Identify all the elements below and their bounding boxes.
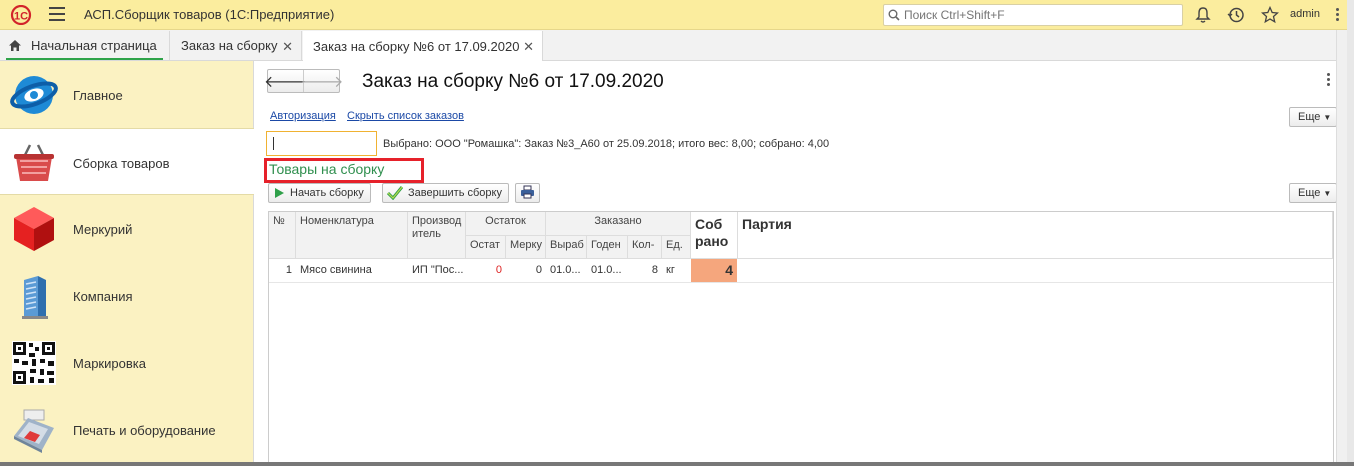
header-ordered: Заказано: [546, 212, 691, 236]
sidebar-item-company[interactable]: Компания: [0, 262, 254, 329]
cell-batch: [738, 260, 1333, 281]
forward-button[interactable]: 🡒: [301, 70, 344, 92]
play-icon: [273, 187, 285, 199]
tabs-bar: Начальная страница Заказ на сборку ✕ Зак…: [0, 30, 1354, 61]
cell-num: 1: [285, 264, 292, 276]
logo-1c-icon: 1С: [10, 5, 32, 25]
header-collected[interactable]: Соб рано: [691, 212, 738, 259]
text-cursor: [273, 137, 274, 150]
caret-down-icon: ▼: [1323, 188, 1332, 198]
checkmark-icon: [387, 186, 403, 200]
window-bottom-edge: [0, 462, 1354, 466]
table-more-button[interactable]: Еще ▼: [1289, 183, 1337, 203]
selected-order-info: Выбрано: ООО "Ромашка": Заказ №3_А60 от …: [383, 138, 830, 150]
cell-collected[interactable]: 4: [691, 259, 737, 282]
pos-terminal-icon: [14, 409, 54, 453]
cell-unit: кг: [666, 264, 675, 276]
barcode-field[interactable]: [266, 131, 377, 156]
printer-icon: [520, 185, 535, 202]
sidebar-item-label: Меркурий: [73, 222, 133, 237]
global-search[interactable]: [883, 4, 1183, 26]
sidebar-item-print[interactable]: Печать и оборудование: [0, 396, 254, 463]
nav-buttons: 🡐 🡒: [264, 69, 344, 93]
main-globe-icon: [10, 76, 58, 114]
header-remain: Остаток: [466, 212, 546, 236]
cell-qty: 8: [651, 264, 658, 276]
title-bar: 1С АСП.Сборщик товаров (1С:Предприятие) …: [0, 0, 1354, 30]
cell-remain-stock: 0: [495, 264, 502, 276]
more-button[interactable]: Еще ▼: [1289, 107, 1337, 127]
start-assembly-label: Начать сборку: [290, 187, 364, 199]
bell-icon[interactable]: [1194, 6, 1212, 24]
header-remain-mercury[interactable]: Мерку: [506, 236, 546, 259]
header-ordered-produced[interactable]: Выраб: [546, 236, 587, 259]
tab-order-6-label: Заказ на сборку №6 от 17.09.2020: [313, 38, 520, 54]
more-button-label: Еще: [1298, 111, 1321, 123]
tab-orders[interactable]: Заказ на сборку ✕: [171, 31, 302, 60]
sidebar-item-mercury[interactable]: Меркурий: [0, 195, 254, 262]
finish-assembly-label: Завершить сборку: [408, 187, 502, 199]
window-edge: [1347, 0, 1354, 466]
header-nomenclature[interactable]: Номенклатура: [296, 212, 408, 259]
page-title: Заказ на сборку №6 от 17.09.2020: [362, 71, 664, 92]
barcode-input[interactable]: [267, 132, 376, 155]
cell-nomenclature: Мясо свинина: [300, 264, 372, 276]
sidebar-item-label: Главное: [73, 88, 123, 103]
cell-remain-mercury: 0: [535, 264, 542, 276]
more-vertical-icon[interactable]: [1336, 8, 1340, 22]
close-icon[interactable]: ✕: [282, 39, 293, 55]
sidebar-item-label: Маркировка: [73, 356, 146, 371]
home-icon: [9, 40, 21, 51]
main-form: 🡐 🡒 Заказ на сборку №6 от 17.09.2020 Авт…: [255, 61, 1354, 466]
close-icon[interactable]: ✕: [523, 39, 534, 55]
svg-text:1С: 1С: [14, 11, 28, 23]
tab-orders-label: Заказ на сборку: [181, 38, 278, 53]
caret-down-icon: ▼: [1323, 112, 1332, 122]
cell-produced: 01.0...: [550, 264, 581, 276]
header-ordered-unit[interactable]: Ед.: [662, 236, 691, 259]
qr-code-icon: [12, 341, 56, 385]
header-ordered-valid[interactable]: Годен: [587, 236, 628, 259]
header-remain-stock[interactable]: Остат: [466, 236, 506, 259]
search-input[interactable]: [904, 7, 1174, 23]
start-assembly-button[interactable]: Начать сборку: [268, 183, 371, 203]
header-num[interactable]: №: [269, 212, 296, 259]
back-button[interactable]: 🡐: [264, 70, 307, 92]
highlight-frame: [264, 158, 424, 183]
print-button[interactable]: [515, 183, 540, 203]
hide-orders-link[interactable]: Скрыть список заказов: [347, 110, 464, 122]
sidebar-item-label: Компания: [73, 289, 133, 304]
arrow-right-icon: 🡒: [300, 73, 344, 91]
auth-link[interactable]: Авторизация: [270, 110, 336, 122]
more-vertical-icon[interactable]: [1327, 73, 1331, 88]
building-icon: [22, 276, 48, 319]
search-icon: [888, 9, 900, 21]
star-icon[interactable]: [1261, 6, 1279, 24]
basket-icon: [14, 144, 54, 181]
sidebar: Главное Сборка товаров Меркурий Компания: [0, 61, 254, 466]
sidebar-item-label: Печать и оборудование: [73, 423, 216, 438]
tab-home-label: Начальная страница: [31, 38, 157, 53]
tab-home[interactable]: Начальная страница: [0, 31, 170, 60]
tab-order-6[interactable]: Заказ на сборку №6 от 17.09.2020 ✕: [303, 31, 543, 61]
header-batch[interactable]: Партия: [738, 212, 1333, 259]
more-button-label: Еще: [1298, 187, 1321, 199]
sidebar-item-main[interactable]: Главное: [0, 61, 254, 128]
header-producer[interactable]: Производ итель: [408, 212, 466, 259]
history-icon[interactable]: [1227, 6, 1245, 24]
sidebar-item-assembly[interactable]: Сборка товаров: [0, 128, 254, 195]
sidebar-item-label: Сборка товаров: [73, 156, 170, 171]
goods-table: № Номенклатура Производ итель Остаток Ос…: [268, 211, 1334, 466]
cell-producer: ИП "Пос...: [412, 264, 464, 276]
user-name[interactable]: admin: [1290, 8, 1320, 20]
finish-assembly-button[interactable]: Завершить сборку: [382, 183, 509, 203]
red-cube-icon: [14, 207, 54, 251]
app-title: АСП.Сборщик товаров (1С:Предприятие): [84, 7, 335, 22]
cell-valid: 01.0...: [591, 264, 622, 276]
active-underline: [6, 58, 163, 60]
row-divider: [269, 282, 1333, 283]
sidebar-item-marking[interactable]: Маркировка: [0, 329, 254, 396]
menu-icon[interactable]: [49, 7, 65, 21]
header-ordered-qty[interactable]: Кол-: [628, 236, 662, 259]
